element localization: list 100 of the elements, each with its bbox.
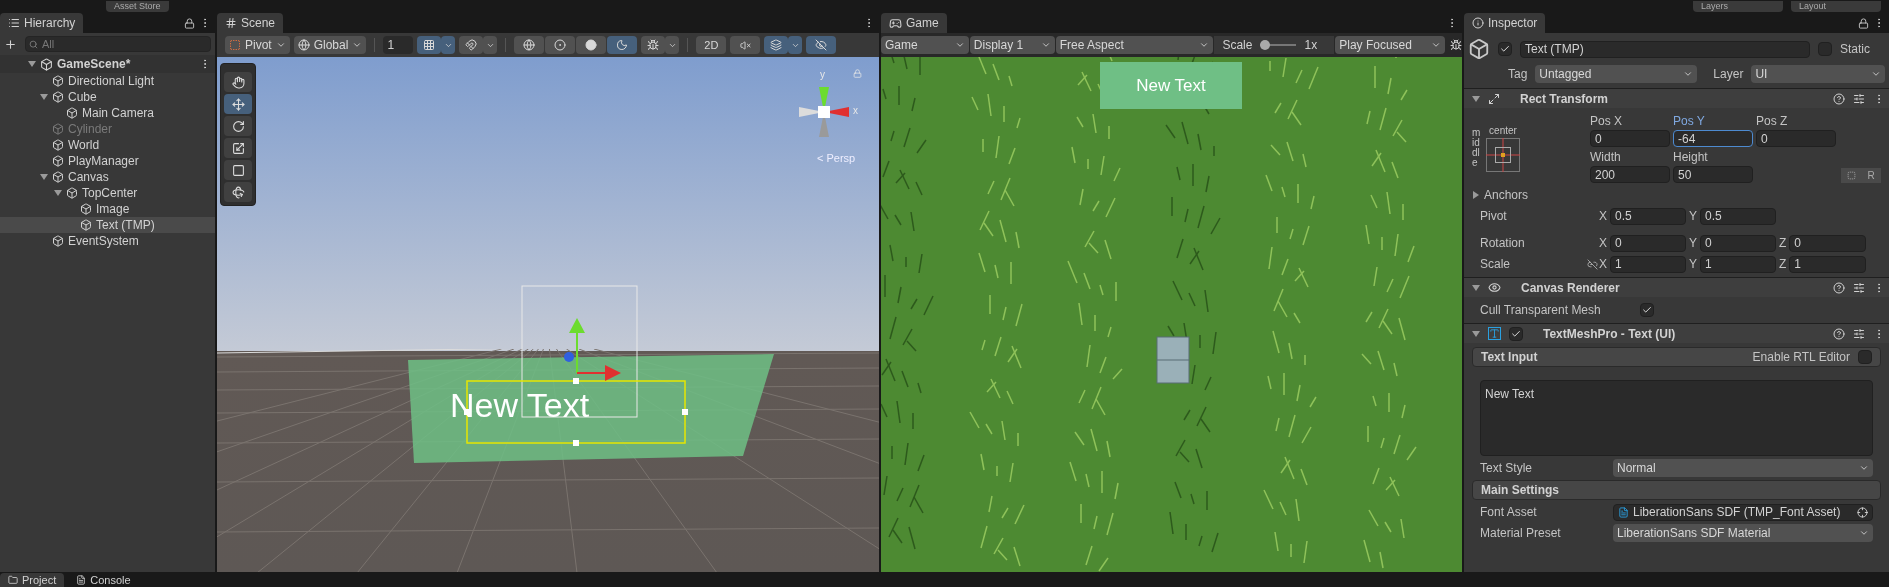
foldout-arrow[interactable] [1472,329,1480,338]
number-field[interactable]: 1 [1789,255,1866,273]
foldout-arrow[interactable] [40,93,48,101]
lock-icon[interactable] [184,18,195,29]
static-checkbox[interactable] [1818,42,1832,56]
grid-icon [225,17,237,29]
panel-tab[interactable]: Game [881,13,947,33]
transform-tool[interactable] [224,182,252,202]
hierarchy-item[interactable]: PlayManager [0,153,215,169]
foldout-arrow[interactable] [54,189,62,197]
draw-mode-button[interactable] [545,36,576,54]
hierarchy-item[interactable]: Canvas [0,169,215,185]
snap-toggle[interactable] [459,36,484,54]
sliders-icon[interactable] [1853,92,1865,105]
object-field[interactable]: LiberationSans SDF (TMP_Font Asset) [1613,503,1873,521]
foldout-arrow[interactable] [1472,94,1480,103]
checkbox[interactable] [1858,350,1872,364]
number-field[interactable]: 0.5 [1610,207,1686,225]
effects-toggle[interactable] [764,36,789,54]
text-input-field[interactable]: New Text [1480,380,1873,456]
number-field[interactable]: 0 [1590,130,1670,147]
foldout-arrow[interactable] [1472,283,1480,292]
number-field[interactable]: 1 [1700,255,1776,273]
preset-dropdown[interactable]: LiberationSans SDF Material [1613,524,1873,542]
panel-tab[interactable]: Scene [217,13,284,33]
rotate-tool[interactable] [224,116,252,136]
hierarchy-item[interactable]: TopCenter [0,185,215,201]
hierarchy-item[interactable]: EventSystem [0,233,215,249]
gizmos-toggle[interactable] [641,36,666,54]
scene-icon [40,57,53,71]
enabled-checkbox[interactable] [1509,326,1523,341]
draw-mode-button[interactable] [576,36,607,54]
visibility-toggle[interactable] [806,36,837,54]
field-label: Pos Y [1673,113,1706,130]
mode-2d-toggle[interactable]: 2D [696,36,727,54]
space-dropdown[interactable]: Global [293,36,367,54]
draw-mode-button[interactable] [607,36,638,54]
display-dropdown[interactable]: Display 1 [969,36,1055,54]
hierarchy-item[interactable]: Image [0,201,215,217]
asset-store-button[interactable]: Asset Store [106,0,169,12]
panel-tab[interactable]: Project [0,573,65,587]
mode-dropdown[interactable]: Game [881,36,969,54]
layout-dropdown[interactable]: Layout [1791,0,1881,12]
property-label: Cull Transparent Mesh [1480,302,1602,319]
pivot-dropdown[interactable]: Pivot [225,36,290,54]
active-checkbox[interactable] [1498,42,1512,56]
hand-tool[interactable] [224,72,252,92]
anchor-preset-icon[interactable] [1486,138,1520,172]
rect-tool[interactable] [224,160,252,180]
raw-edit-button[interactable]: R [1861,168,1881,183]
foldout-arrow[interactable] [40,173,48,181]
hierarchy-item[interactable]: Main Camera [0,105,215,121]
hierarchy-item[interactable]: Cube [0,89,215,105]
slider-thumb[interactable] [1260,40,1271,50]
panel-tab[interactable]: Inspector [1464,13,1546,33]
foldout-arrow[interactable] [28,60,36,68]
search-field[interactable]: All [25,36,211,52]
number-field[interactable]: 200 [1590,166,1670,183]
checkbox[interactable] [1640,303,1654,317]
layer-dropdown[interactable]: UI [1751,65,1885,83]
hierarchy-item[interactable]: World [0,137,215,153]
text-style-dropdown[interactable]: Normal [1613,459,1873,477]
caret-icon [1683,69,1694,79]
number-field[interactable]: -64 [1673,130,1753,147]
add-icon[interactable] [4,37,17,51]
number-field[interactable]: 0 [1700,234,1776,252]
component-title[interactable]: Rect Transform [1520,89,1609,108]
play-mode-dropdown[interactable]: Play Focused [1335,36,1446,54]
picker-icon[interactable] [1857,506,1868,518]
help-icon[interactable] [1833,92,1845,105]
sliders-icon[interactable] [1853,327,1865,340]
scale-tool[interactable] [224,138,252,158]
hierarchy-item[interactable]: Text (TMP) [0,217,215,233]
draw-mode-button[interactable] [514,36,545,54]
number-field[interactable]: 50 [1673,166,1753,183]
hierarchy-item[interactable]: Directional Light [0,73,215,89]
number-field[interactable]: 0.5 [1700,207,1776,225]
number-field[interactable]: 1 [1610,255,1686,273]
grid-size-field[interactable]: 1 [383,36,414,54]
help-icon[interactable] [1833,281,1845,294]
bug-icon[interactable] [1450,39,1462,51]
name-field[interactable]: Text (TMP) [1520,40,1810,58]
layers-dropdown[interactable]: Layers [1693,0,1783,12]
panel-tab[interactable]: Console [68,573,139,587]
number-field[interactable]: 0 [1610,234,1686,252]
unlinked-icon[interactable] [1587,258,1598,270]
move-tool[interactable] [224,94,252,114]
tag-dropdown[interactable]: Untagged [1535,65,1698,83]
foldout-arrow[interactable] [1472,191,1480,199]
sliders-icon[interactable] [1853,281,1865,294]
lock-icon[interactable] [1858,18,1869,29]
scale-value: 1x [1304,37,1318,54]
panel-tab[interactable]: Hierarchy [0,13,84,33]
number-field[interactable]: 0 [1789,234,1866,252]
number-field[interactable]: 0 [1756,130,1836,147]
audio-toggle[interactable] [730,36,761,54]
anchors-label[interactable]: Anchors [1484,186,1529,204]
grid-toggle[interactable] [417,36,442,54]
help-icon[interactable] [1833,327,1845,340]
aspect-dropdown[interactable]: Free Aspect [1055,36,1214,54]
